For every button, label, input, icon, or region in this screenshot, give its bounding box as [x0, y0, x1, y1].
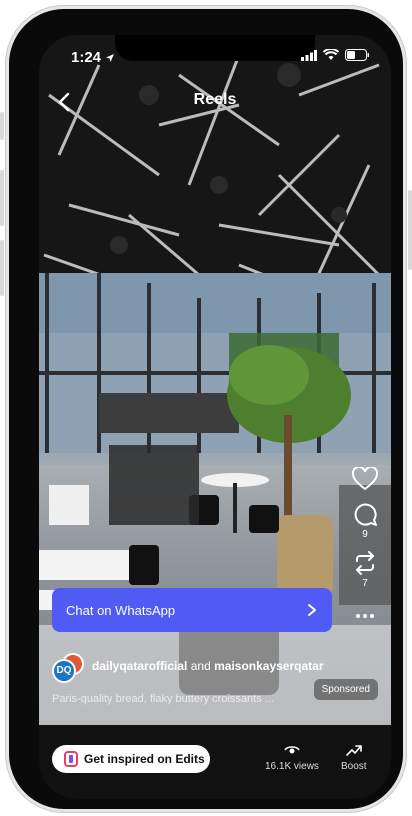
- dynamic-island: [115, 35, 315, 61]
- avatar: DQ: [52, 659, 76, 683]
- cta-label: Chat on WhatsApp: [66, 602, 176, 618]
- bottom-bar: Get inspired on Edits 16.1K views Boost: [39, 725, 391, 799]
- sponsored-badge: Sponsored: [313, 679, 378, 700]
- status-time: 1:24: [71, 49, 115, 66]
- edits-logo-icon: [64, 751, 78, 767]
- author-names: dailyqatarofficial and maisonkayserqatar: [92, 659, 324, 673]
- author-secondary[interactable]: maisonkayserqatar: [214, 659, 323, 673]
- reposts-count: 7: [362, 578, 368, 589]
- author-joiner: and: [190, 659, 211, 673]
- more-button[interactable]: [355, 613, 375, 619]
- comment-icon: [354, 503, 377, 526]
- edits-label: Get inspired on Edits: [84, 752, 205, 766]
- repost-icon: [356, 551, 374, 575]
- views-icon: [284, 746, 300, 754]
- comments-count: 9: [362, 529, 368, 540]
- boost-button[interactable]: Boost: [341, 743, 367, 772]
- signal-icon: [301, 49, 317, 61]
- chevron-right-icon: [308, 604, 316, 616]
- battery-icon: [345, 49, 369, 61]
- views-stat[interactable]: 16.1K views: [265, 743, 319, 772]
- reel-caption[interactable]: Paris-quality bread, flaky buttery crois…: [52, 693, 274, 705]
- author-avatars[interactable]: DQ: [52, 653, 86, 683]
- boost-icon: [345, 745, 362, 756]
- location-arrow-icon: [106, 54, 115, 63]
- page-title: Reels: [193, 91, 237, 108]
- heart-icon: [352, 467, 378, 491]
- more-icon: [356, 614, 374, 618]
- phone-frame: 1:24 Reels 9 7 Chat on WhatsApp DQ daily…: [6, 6, 406, 812]
- time-text: 1:24: [71, 49, 102, 66]
- views-label: 16.1K views: [265, 761, 319, 772]
- author-primary[interactable]: dailyqatarofficial: [92, 659, 187, 673]
- boost-label: Boost: [341, 761, 367, 772]
- get-inspired-on-edits-button[interactable]: Get inspired on Edits: [52, 745, 210, 773]
- chat-on-whatsapp-button[interactable]: Chat on WhatsApp: [52, 588, 332, 632]
- status-bar: 1:24: [39, 35, 391, 83]
- action-rail: 9 7: [349, 467, 381, 629]
- screen: 1:24 Reels 9 7 Chat on WhatsApp DQ daily…: [39, 35, 391, 799]
- status-icons: [301, 49, 369, 61]
- repost-button[interactable]: 7: [352, 550, 378, 589]
- wifi-icon: [323, 49, 339, 60]
- comment-button[interactable]: 9: [352, 501, 378, 540]
- reels-header: Reels: [39, 87, 391, 117]
- like-button[interactable]: [352, 467, 378, 491]
